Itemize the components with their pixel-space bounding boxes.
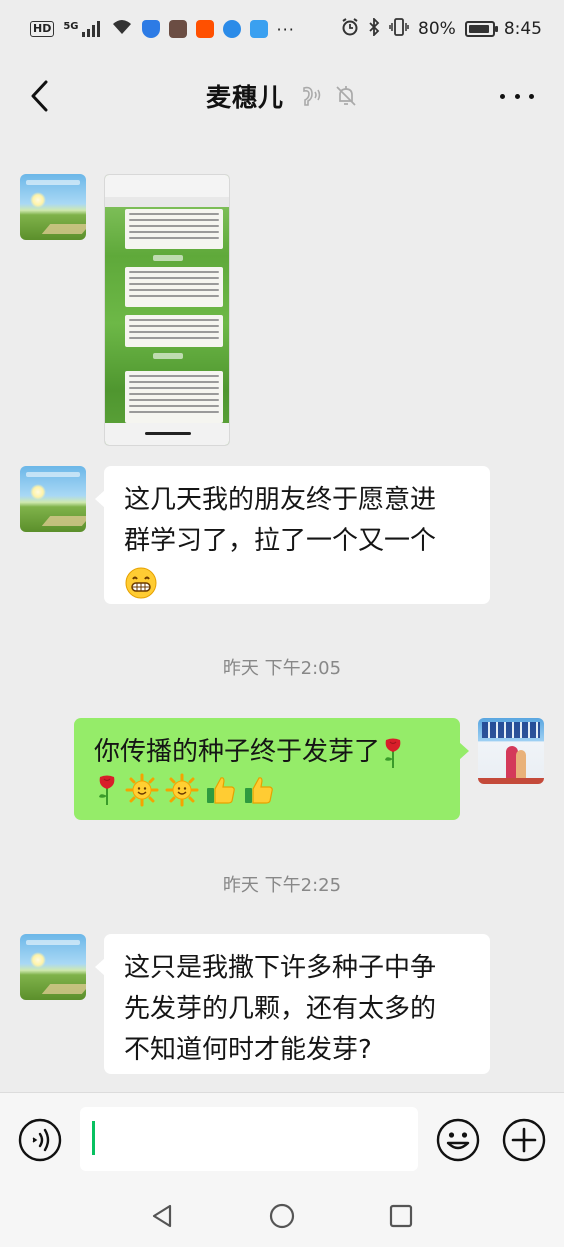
message-list[interactable]: 这几天我的朋友终于愿意进 群学习了，拉了一个又一个 昨天 下午2:05 你传播的… bbox=[0, 134, 564, 1092]
bell-off-icon bbox=[336, 86, 356, 106]
more-dot bbox=[500, 93, 505, 99]
status-time: 8:45 bbox=[503, 19, 542, 39]
title-icons bbox=[300, 84, 358, 108]
avatar-floor bbox=[478, 778, 544, 784]
circle-home-icon bbox=[269, 1203, 295, 1229]
rose-icon bbox=[385, 738, 401, 768]
message-timestamp: 昨天 下午2:25 bbox=[222, 875, 342, 896]
image-home-bar bbox=[105, 423, 229, 445]
network-type-label: 5G bbox=[63, 21, 79, 32]
contact-avatar[interactable] bbox=[20, 466, 86, 532]
message-line bbox=[94, 773, 440, 807]
message-line: 你传播的种子终于发芽了 bbox=[94, 732, 440, 773]
alarm-icon bbox=[341, 17, 359, 41]
battery-percent: 80% bbox=[418, 19, 456, 39]
message-line: 不知道何时才能发芽? bbox=[124, 1035, 372, 1065]
thumbs-up-icon bbox=[207, 777, 235, 804]
system-nav-bar bbox=[0, 1186, 564, 1247]
image-chat-card bbox=[125, 315, 223, 347]
sun-icon bbox=[125, 773, 159, 807]
message-timestamp: 昨天 下午2:05 bbox=[222, 658, 342, 679]
plus-circle-icon bbox=[502, 1118, 546, 1162]
weather-app-icon bbox=[249, 20, 268, 38]
bluetooth-icon bbox=[368, 16, 380, 41]
chat-header: 麦穗儿 bbox=[0, 58, 564, 134]
image-timestamp bbox=[153, 353, 183, 359]
status-bar: HD 5G ··· 80% 8:45 bbox=[0, 0, 564, 58]
signal-icon: 5G bbox=[63, 21, 101, 37]
contact-avatar[interactable] bbox=[20, 934, 86, 1000]
rose-icon bbox=[99, 775, 115, 805]
square-recents-icon bbox=[389, 1204, 413, 1228]
status-bar-right: 80% 8:45 bbox=[341, 16, 542, 41]
message-bubble-received[interactable]: 这只是我撒下许多种子中争 先发芽的几颗，还有太多的 不知道何时才能发芽? bbox=[95, 934, 490, 1074]
contact-avatar[interactable] bbox=[20, 174, 86, 240]
mail-app-icon bbox=[168, 20, 187, 38]
message-bubble-received[interactable]: 这几天我的朋友终于愿意进 群学习了，拉了一个又一个 bbox=[95, 466, 490, 604]
message-input[interactable] bbox=[80, 1107, 418, 1171]
message-line: 这几天我的朋友终于愿意进 bbox=[124, 485, 437, 515]
input-bar bbox=[0, 1092, 564, 1186]
avatar-banner bbox=[482, 722, 540, 738]
image-chat-card bbox=[125, 371, 223, 423]
screenshot-image-message[interactable] bbox=[104, 174, 230, 446]
avatar-path bbox=[41, 984, 86, 994]
browser-app-icon bbox=[222, 20, 241, 38]
chevron-left-icon bbox=[31, 80, 48, 112]
shield-app-icon bbox=[141, 20, 160, 38]
more-button[interactable] bbox=[500, 84, 534, 108]
message-text: 你传播的种子终于发芽了 bbox=[94, 737, 381, 767]
status-bar-left: HD 5G ··· bbox=[30, 18, 295, 40]
message-line: 这只是我撒下许多种子中争 bbox=[124, 953, 437, 983]
text-caret bbox=[92, 1121, 95, 1155]
nav-home-button[interactable] bbox=[268, 1202, 296, 1230]
hd-badge: HD bbox=[30, 21, 55, 37]
image-nav-bar bbox=[105, 197, 229, 207]
vibrate-icon bbox=[389, 17, 409, 41]
taobao-app-icon bbox=[195, 20, 214, 38]
avatar-path bbox=[41, 516, 86, 526]
more-notifications-icon: ··· bbox=[276, 19, 295, 39]
wifi-icon bbox=[111, 18, 133, 40]
image-timestamp bbox=[153, 255, 183, 261]
avatar-path bbox=[41, 224, 86, 234]
voice-input-button[interactable] bbox=[18, 1118, 62, 1162]
emoji-button[interactable] bbox=[436, 1118, 480, 1162]
nav-back-button[interactable] bbox=[148, 1202, 176, 1230]
voice-input-icon bbox=[18, 1118, 62, 1162]
more-functions-button[interactable] bbox=[502, 1118, 546, 1162]
more-dot bbox=[514, 93, 520, 99]
message-line: 先发芽的几颗，还有太多的 bbox=[124, 994, 437, 1024]
avatar-person bbox=[516, 750, 526, 780]
image-status-bar bbox=[105, 175, 229, 197]
message-line: 群学习了，拉了一个又一个 bbox=[124, 526, 437, 556]
back-button[interactable] bbox=[22, 78, 56, 114]
image-chat-card bbox=[125, 267, 223, 307]
image-chat-card bbox=[125, 209, 223, 249]
more-dot bbox=[529, 93, 534, 99]
chat-title: 麦穗儿 bbox=[205, 83, 284, 112]
message-bubble-sent[interactable]: 你传播的种子终于发芽了 bbox=[74, 718, 469, 820]
smiley-icon bbox=[436, 1118, 480, 1162]
sun-icon bbox=[165, 773, 199, 807]
nav-recents-button[interactable] bbox=[388, 1203, 414, 1229]
grinning-face-icon bbox=[125, 567, 157, 598]
message-line bbox=[124, 562, 470, 603]
thumbs-up-icon bbox=[245, 777, 273, 804]
voice-earpiece-icon bbox=[303, 86, 321, 106]
battery-icon bbox=[464, 21, 498, 37]
triangle-back-icon bbox=[152, 1204, 172, 1228]
title-group: 麦穗儿 bbox=[206, 78, 358, 114]
my-avatar[interactable] bbox=[478, 718, 544, 784]
